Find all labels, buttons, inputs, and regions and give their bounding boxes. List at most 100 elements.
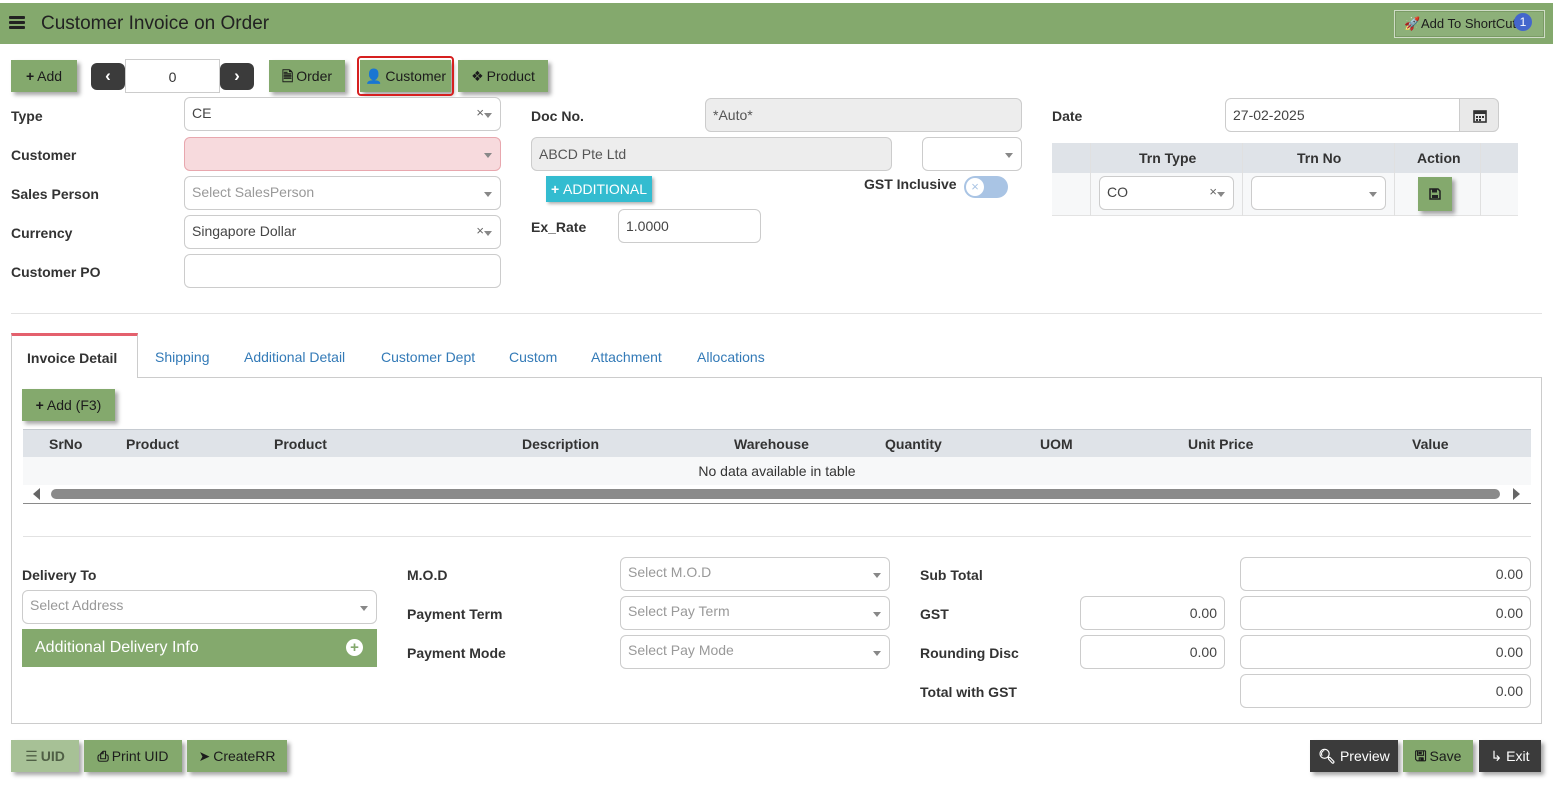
tab-custom[interactable]: Custom	[509, 349, 557, 365]
additional-button[interactable]: + ADDITIONAL	[546, 176, 652, 202]
col-product-code[interactable]: Product	[126, 436, 179, 452]
date-label: Date	[1052, 108, 1083, 124]
trn-no-header: Trn No	[1297, 150, 1342, 166]
trn-no-select[interactable]	[1251, 176, 1386, 210]
pdf-icon: 🗎	[281, 68, 294, 84]
shortcut-count-badge: 1	[1514, 13, 1532, 31]
sales-person-select[interactable]: Select SalesPerson	[184, 176, 501, 210]
record-number-input[interactable]: 0	[125, 59, 220, 93]
divider	[1242, 143, 1243, 216]
trn-type-select[interactable]: CO ×	[1099, 176, 1234, 210]
calendar-icon	[1473, 110, 1487, 123]
print-uid-label: Print UID	[111, 748, 169, 764]
type-value: CE	[192, 105, 212, 121]
order-button[interactable]: 🗎 Order	[269, 60, 345, 92]
customer-select[interactable]	[184, 137, 501, 171]
tab-attachment[interactable]: Attachment	[591, 349, 662, 365]
clear-icon[interactable]: ×	[476, 105, 484, 120]
add-button-label: Add	[37, 68, 63, 84]
ex-rate-label: Ex_Rate	[531, 219, 587, 235]
col-warehouse[interactable]: Warehouse	[734, 436, 809, 452]
exit-button[interactable]: ↳ Exit	[1479, 740, 1541, 772]
empty-table-message: No data available in table	[23, 457, 1531, 485]
chevron-down-icon	[484, 153, 492, 158]
chevron-right-icon: ›	[234, 66, 240, 85]
create-rr-button[interactable]: ➤ CreateRR	[187, 740, 287, 772]
uid-button[interactable]: ☰ UID	[11, 740, 79, 772]
plus-icon: +	[35, 397, 44, 413]
delivery-address-select[interactable]: Select Address	[22, 590, 377, 624]
ex-rate-input[interactable]: 1.0000	[618, 209, 761, 243]
additional-delivery-info-panel[interactable]: Additional Delivery Info +	[22, 629, 377, 667]
tab-invoice-detail[interactable]: Invoice Detail	[11, 333, 138, 378]
calendar-button[interactable]	[1459, 98, 1499, 132]
sub-total-input[interactable]: 0.00	[1240, 557, 1531, 591]
divider	[1394, 143, 1395, 216]
customer-label: Customer	[11, 147, 77, 163]
tab-additional-detail[interactable]: Additional Detail	[244, 349, 345, 365]
mod-placeholder: Select M.O.D	[628, 564, 712, 580]
currency-select[interactable]: Singapore Dollar ×	[184, 215, 501, 249]
chevron-down-icon	[484, 113, 492, 118]
date-input[interactable]: 27-02-2025	[1225, 98, 1461, 132]
clear-icon[interactable]: ×	[1209, 184, 1217, 199]
preview-button[interactable]: 🔍︎ Preview	[1310, 740, 1398, 772]
type-select[interactable]: CE ×	[184, 97, 501, 131]
doc-no-input[interactable]: *Auto*	[705, 98, 1022, 132]
gst-amount-input[interactable]: 0.00	[1240, 596, 1531, 630]
clear-icon[interactable]: ×	[476, 223, 484, 238]
product-button[interactable]: ❖ Product	[458, 60, 548, 92]
mod-select[interactable]: Select M.O.D	[620, 557, 890, 591]
exit-label: Exit	[1506, 748, 1530, 764]
mod-label: M.O.D	[407, 567, 448, 583]
plus-circle-icon[interactable]: +	[346, 639, 363, 656]
plus-icon: +	[25, 68, 35, 84]
sales-person-label: Sales Person	[11, 186, 99, 202]
trn-type-value: CO	[1107, 184, 1128, 200]
rounding-rate-input[interactable]: 0.00	[1080, 635, 1225, 669]
menu-icon[interactable]	[9, 16, 25, 30]
tab-customer-dept[interactable]: Customer Dept	[381, 349, 475, 365]
col-uom[interactable]: UOM	[1040, 436, 1073, 452]
delivery-address-placeholder: Select Address	[30, 597, 124, 613]
previous-record-button[interactable]: ‹	[91, 63, 125, 90]
chevron-down-icon	[1217, 192, 1225, 197]
add-row-button[interactable]: + Add (F3)	[22, 389, 115, 421]
payment-term-label: Payment Term	[407, 606, 503, 622]
scroll-right-icon[interactable]	[1513, 488, 1520, 500]
col-srno[interactable]: SrNo	[49, 436, 82, 452]
col-unit-price[interactable]: Unit Price	[1188, 436, 1253, 452]
next-record-button[interactable]: ›	[220, 63, 254, 90]
rounding-amount-input[interactable]: 0.00	[1240, 635, 1531, 669]
currency-label: Currency	[11, 225, 73, 241]
scrollbar-thumb[interactable]	[51, 489, 1500, 499]
tab-shipping[interactable]: Shipping	[155, 349, 210, 365]
col-description[interactable]: Description	[522, 436, 599, 452]
print-uid-button[interactable]: ⎙ Print UID	[84, 740, 182, 772]
payment-mode-select[interactable]: Select Pay Mode	[620, 635, 890, 669]
customer-option-select[interactable]	[922, 137, 1022, 171]
save-button[interactable]: 🖫︎ Save	[1403, 740, 1473, 772]
additional-button-label: ADDITIONAL	[563, 181, 648, 197]
tab-allocations[interactable]: Allocations	[697, 349, 765, 365]
add-button[interactable]: + Add	[11, 60, 77, 92]
total-with-gst-label: Total with GST	[920, 684, 1017, 700]
gst-rate-input[interactable]: 0.00	[1080, 596, 1225, 630]
col-value[interactable]: Value	[1412, 436, 1449, 452]
col-product[interactable]: Product	[274, 436, 327, 452]
payment-term-select[interactable]: Select Pay Term	[620, 596, 890, 630]
chevron-down-icon	[484, 231, 492, 236]
customer-name-input[interactable]: ABCD Pte Ltd	[531, 137, 892, 171]
customer-po-input[interactable]	[184, 254, 501, 288]
preview-label: Preview	[1339, 748, 1390, 764]
total-with-gst-input[interactable]: 0.00	[1240, 674, 1531, 708]
gst-inclusive-toggle[interactable]: ×	[964, 176, 1008, 198]
gst-label: GST	[920, 606, 949, 622]
col-quantity[interactable]: Quantity	[885, 436, 942, 452]
add-row-label: Add (F3)	[46, 397, 102, 413]
page-title: Customer Invoice on Order	[41, 13, 270, 34]
payment-mode-label: Payment Mode	[407, 645, 506, 661]
scroll-left-icon[interactable]	[33, 488, 40, 500]
chevron-left-icon: ‹	[105, 66, 111, 85]
trn-save-button[interactable]	[1418, 177, 1452, 211]
